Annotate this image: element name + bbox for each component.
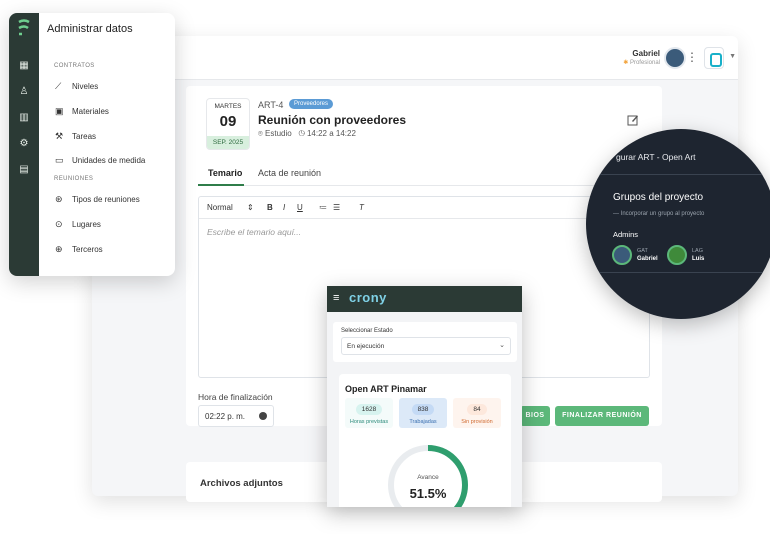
project-groups-popup: gurar ART - Open Art Grupos del proyecto… bbox=[586, 129, 770, 319]
project-title: Open ART Pinamar bbox=[345, 384, 427, 394]
user-name: Gabriel bbox=[632, 49, 660, 58]
active-tab-indicator bbox=[198, 184, 244, 186]
underline-button[interactable]: U bbox=[297, 203, 303, 212]
location-icon: ⊙ bbox=[55, 219, 63, 229]
date-month-year: SEP. 2025 bbox=[207, 136, 249, 149]
avatar[interactable] bbox=[664, 47, 686, 69]
stat-worked-hours: 838 Trabajadas bbox=[399, 398, 447, 428]
sidebar-item-terceros[interactable]: ⊕ Terceros bbox=[55, 244, 103, 258]
settings-icon[interactable]: ⚙ bbox=[18, 138, 30, 150]
clock-icon[interactable] bbox=[259, 412, 267, 420]
project-groups-title: Grupos del proyecto bbox=[613, 192, 704, 203]
admin-data-panel: ▦ ♙ ▥ ⚙ ▤ Administrar datos CONTRATOS ⟋ N… bbox=[9, 13, 175, 276]
role-star-icon: ✱ bbox=[623, 60, 629, 66]
admins-label: Admins bbox=[613, 230, 639, 239]
popup-header: gurar ART - Open Art bbox=[616, 152, 696, 162]
date-badge: MARTES 09 SEP. 2025 bbox=[206, 98, 250, 150]
edit-icon[interactable] bbox=[627, 114, 639, 126]
mobile-top-bar: ≡ crony bbox=[327, 286, 522, 312]
document-icon[interactable]: ▤ bbox=[18, 164, 30, 176]
attachments-title: Archivos adjuntos bbox=[200, 478, 283, 489]
meeting-tabs: Temario Acta de reunión bbox=[198, 164, 650, 186]
sidebar-item-niveles[interactable]: ⟋ Niveles bbox=[55, 81, 98, 95]
sidebar-item-materiales[interactable]: ▣ Materiales bbox=[55, 106, 109, 120]
progress-value: 51.5% bbox=[409, 486, 447, 501]
member-luis[interactable]: LAG Luis bbox=[667, 244, 727, 266]
avatar bbox=[612, 245, 632, 265]
sidebar-item-lugares[interactable]: ⊙ Lugares bbox=[55, 219, 101, 233]
top-bar: Gabriel ✱ Profesional ⋮ ▼ bbox=[92, 36, 738, 80]
state-select[interactable]: En ejecución ⌄ bbox=[341, 337, 511, 355]
finish-meeting-button[interactable]: FINALIZAR REUNIÓN bbox=[555, 406, 649, 426]
save-changes-button[interactable]: BIOS bbox=[520, 406, 550, 426]
editor-textarea[interactable]: Escribe el temario aquí... bbox=[207, 227, 301, 237]
third-party-icon: ⊕ bbox=[55, 244, 63, 254]
more-options-icon[interactable]: ⋮ bbox=[686, 51, 698, 63]
meeting-location: ⌾ Estudio ◷ 14:22 a 14:22 bbox=[258, 129, 356, 138]
format-select[interactable]: Normal bbox=[207, 203, 233, 212]
progress-label: Avance bbox=[417, 474, 439, 481]
meeting-tag-badge: Proveedores bbox=[289, 99, 334, 109]
users-icon[interactable]: ♙ bbox=[18, 86, 30, 98]
sidebar-item-unidades[interactable]: ▭ Unidades de medida bbox=[55, 155, 145, 169]
tab-temario[interactable]: Temario bbox=[208, 168, 242, 178]
divider bbox=[586, 272, 770, 273]
divider bbox=[586, 174, 770, 175]
clear-format-button[interactable]: T bbox=[359, 203, 364, 212]
avatar bbox=[667, 245, 687, 265]
date-day-name: MARTES bbox=[214, 103, 242, 110]
state-label: Seleccionar Estado bbox=[341, 328, 393, 334]
grid-icon[interactable]: ▦ bbox=[18, 60, 30, 72]
stairs-icon: ⟋ bbox=[55, 81, 62, 91]
state-selector-card: Seleccionar Estado En ejecución ⌄ bbox=[333, 322, 517, 362]
meeting-types-icon: ⊛ bbox=[55, 194, 63, 204]
bullet-list-icon[interactable]: ☰ bbox=[333, 203, 340, 212]
app-logo-icon bbox=[18, 19, 30, 36]
pin-icon: ⌾ bbox=[258, 129, 263, 138]
panel-title: Administrar datos bbox=[47, 23, 133, 35]
ordered-list-icon[interactable]: ≔ bbox=[319, 203, 327, 212]
building-icon[interactable]: ▥ bbox=[18, 112, 30, 124]
meeting-code: ART-4 bbox=[258, 100, 284, 110]
bold-button[interactable]: B bbox=[267, 203, 273, 212]
date-day-number: 09 bbox=[219, 113, 237, 130]
mobile-app-view: ≡ crony Seleccionar Estado En ejecución … bbox=[327, 286, 522, 507]
sidebar-item-tareas[interactable]: ⚒ Tareas bbox=[55, 131, 96, 145]
italic-button[interactable]: I bbox=[283, 203, 285, 212]
stat-no-provision: 84 Sin provisión bbox=[453, 398, 501, 428]
end-time-label: Hora de finalización bbox=[198, 392, 273, 402]
sidebar-item-tipos-reuniones[interactable]: ⊛ Tipos de reuniones bbox=[55, 194, 140, 208]
end-time-input[interactable]: 02:22 p. m. bbox=[198, 405, 274, 427]
material-icon: ▣ bbox=[55, 106, 64, 116]
meeting-title: Reunión con proveedores bbox=[258, 113, 407, 127]
stat-planned-hours: 1628 Horas previstas bbox=[345, 398, 393, 428]
icon-rail: ▦ ♙ ▥ ⚙ ▤ bbox=[9, 13, 39, 276]
format-chevron-icon[interactable]: ⇕ bbox=[247, 203, 254, 212]
section-contratos: CONTRATOS bbox=[54, 63, 95, 69]
user-role: ✱ Profesional bbox=[623, 60, 660, 66]
tab-acta[interactable]: Acta de reunión bbox=[258, 168, 321, 178]
editor-toolbar: Normal ⇕ B I U ≔ ☰ T bbox=[199, 197, 649, 219]
tools-icon: ⚒ bbox=[55, 131, 64, 141]
member-gabriel[interactable]: GAT Gabriel bbox=[612, 244, 672, 266]
add-group-link[interactable]: — Incorporar un grupo al proyecto bbox=[613, 211, 704, 217]
section-reuniones: REUNIONES bbox=[54, 176, 94, 182]
chevron-down-icon[interactable]: ▼ bbox=[729, 53, 736, 60]
ruler-icon: ▭ bbox=[55, 155, 64, 165]
chevron-down-icon: ⌄ bbox=[499, 342, 505, 349]
menu-icon[interactable]: ≡ bbox=[333, 292, 339, 304]
crony-logo: crony bbox=[349, 290, 387, 305]
app-switcher-button[interactable] bbox=[704, 47, 724, 69]
project-summary-card: Open ART Pinamar 1628 Horas previstas 83… bbox=[339, 374, 511, 507]
clock-icon: ◷ bbox=[298, 129, 305, 138]
